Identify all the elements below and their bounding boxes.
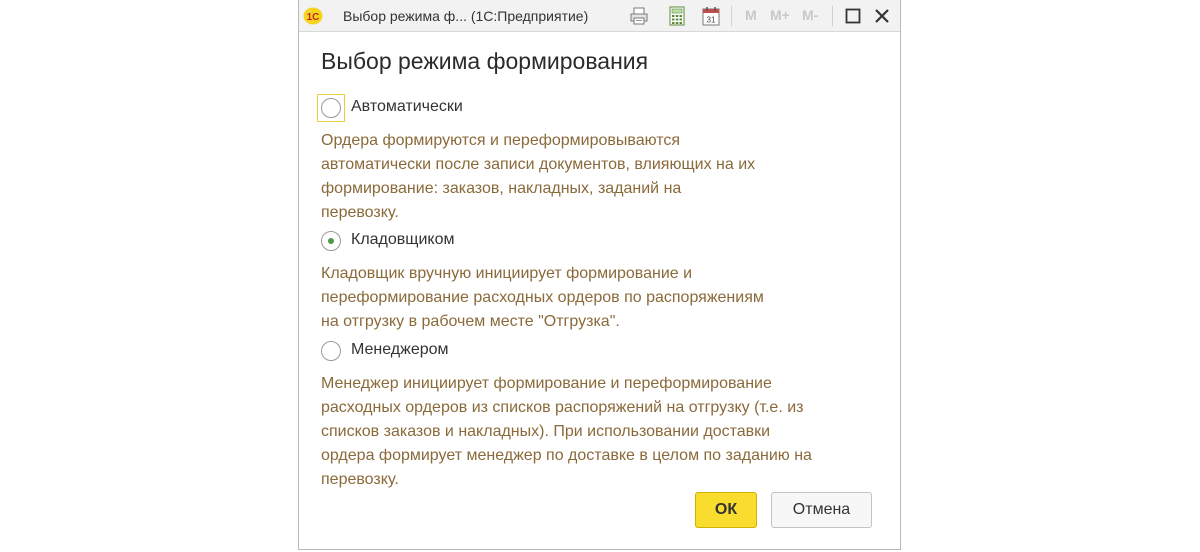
memory-minus-button[interactable]: M- [802, 7, 818, 23]
radio-button[interactable] [321, 341, 341, 361]
toolbar-separator [731, 6, 732, 26]
option-description: Менеджер инициирует формирование и переф… [321, 375, 812, 488]
cancel-button[interactable]: Отмена [771, 492, 872, 528]
print-icon[interactable] [629, 6, 649, 26]
memory-plus-button[interactable]: M+ [770, 7, 790, 23]
radio-label[interactable]: Кладовщиком [351, 231, 454, 249]
1c-logo-icon: 1С [303, 7, 323, 25]
dialog-window: 1С Выбор режима ф... (1С:Предприятие) 31… [298, 0, 901, 550]
calculator-icon[interactable] [667, 6, 687, 26]
svg-text:31: 31 [707, 16, 716, 25]
ok-button[interactable]: ОК [695, 492, 757, 528]
svg-text:1С: 1С [307, 12, 320, 23]
radio-button[interactable] [321, 98, 341, 118]
option-description: Кладовщик вручную инициирует формировани… [321, 265, 764, 330]
title-bar: 1С Выбор режима ф... (1С:Предприятие) 31… [299, 0, 900, 32]
option-description: Ордера формируются и переформировываются… [321, 132, 756, 221]
window-title: Выбор режима ф... (1С:Предприятие) [343, 8, 589, 24]
radio-label[interactable]: Автоматически [351, 98, 463, 116]
maximize-icon[interactable] [843, 6, 863, 26]
radio-label[interactable]: Менеджером [351, 341, 449, 359]
memory-m-button[interactable]: M [745, 7, 757, 23]
dialog-title: Выбор режима формирования [321, 48, 649, 74]
calendar-icon[interactable]: 31 [701, 6, 721, 26]
toolbar-separator [832, 6, 833, 26]
radio-button-selected[interactable] [321, 231, 341, 251]
close-icon[interactable] [872, 6, 892, 26]
radio-selected-dot [328, 238, 334, 244]
